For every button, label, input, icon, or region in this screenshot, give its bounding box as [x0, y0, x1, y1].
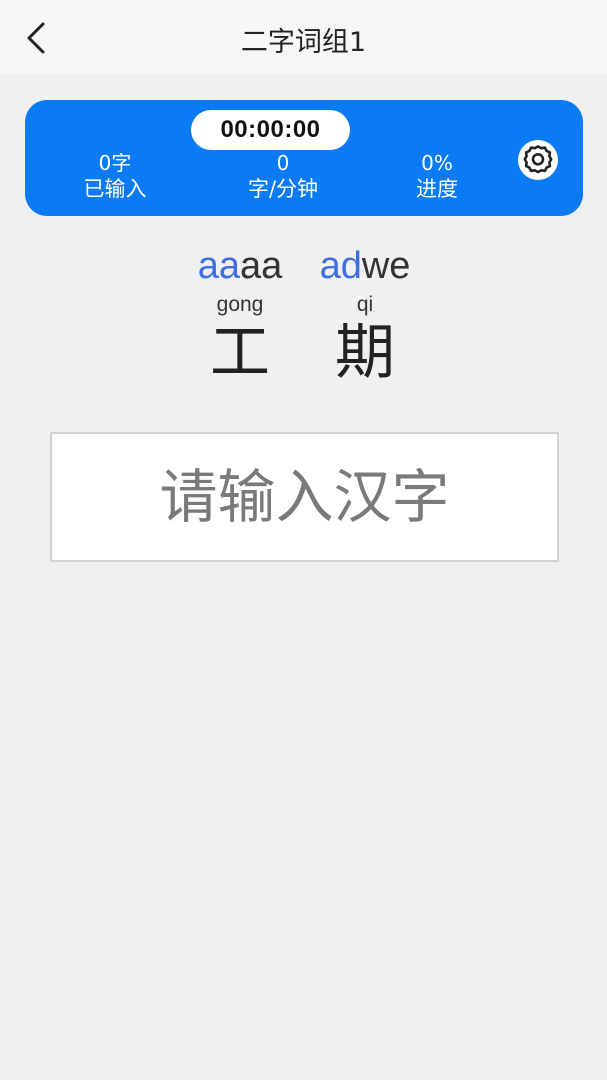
- pinyin-label: qi: [356, 293, 374, 316]
- typed-count-stat: 0字 已输入: [45, 151, 185, 203]
- target-character: 工: [210, 318, 270, 388]
- page-title: 二字词组1: [240, 27, 367, 58]
- typed-count-value: 0字: [98, 151, 132, 175]
- code-hint: adwe: [295, 244, 435, 288]
- code-remaining-part: aa: [240, 245, 283, 287]
- progress-value: 0%: [421, 151, 453, 175]
- header-bar: 二字词组1: [0, 0, 607, 74]
- code-remaining-part: we: [361, 245, 411, 287]
- pinyin-label: gong: [216, 293, 264, 316]
- gear-icon: [518, 140, 558, 180]
- code-hint: aaaa: [170, 244, 310, 288]
- hanzi-input-field[interactable]: [50, 432, 559, 562]
- progress-label: 进度: [416, 177, 458, 201]
- target-character: 期: [335, 318, 395, 388]
- speed-stat: 0 字/分钟: [213, 151, 353, 203]
- speed-value: 0: [276, 151, 290, 175]
- code-typed-part: aa: [197, 245, 240, 287]
- timer-display: 00:00:00: [191, 110, 350, 150]
- stats-card: 00:00:00 0字 已输入 0 字/分钟 0% 进度: [25, 100, 583, 216]
- code-typed-part: ad: [319, 245, 362, 287]
- settings-button[interactable]: [516, 138, 560, 182]
- progress-stat: 0% 进度: [367, 151, 507, 203]
- typed-count-label: 已输入: [83, 177, 147, 201]
- speed-label: 字/分钟: [247, 177, 319, 201]
- word-card-2: adwe qi 期: [295, 244, 435, 388]
- word-card-1: aaaa gong 工: [170, 244, 310, 388]
